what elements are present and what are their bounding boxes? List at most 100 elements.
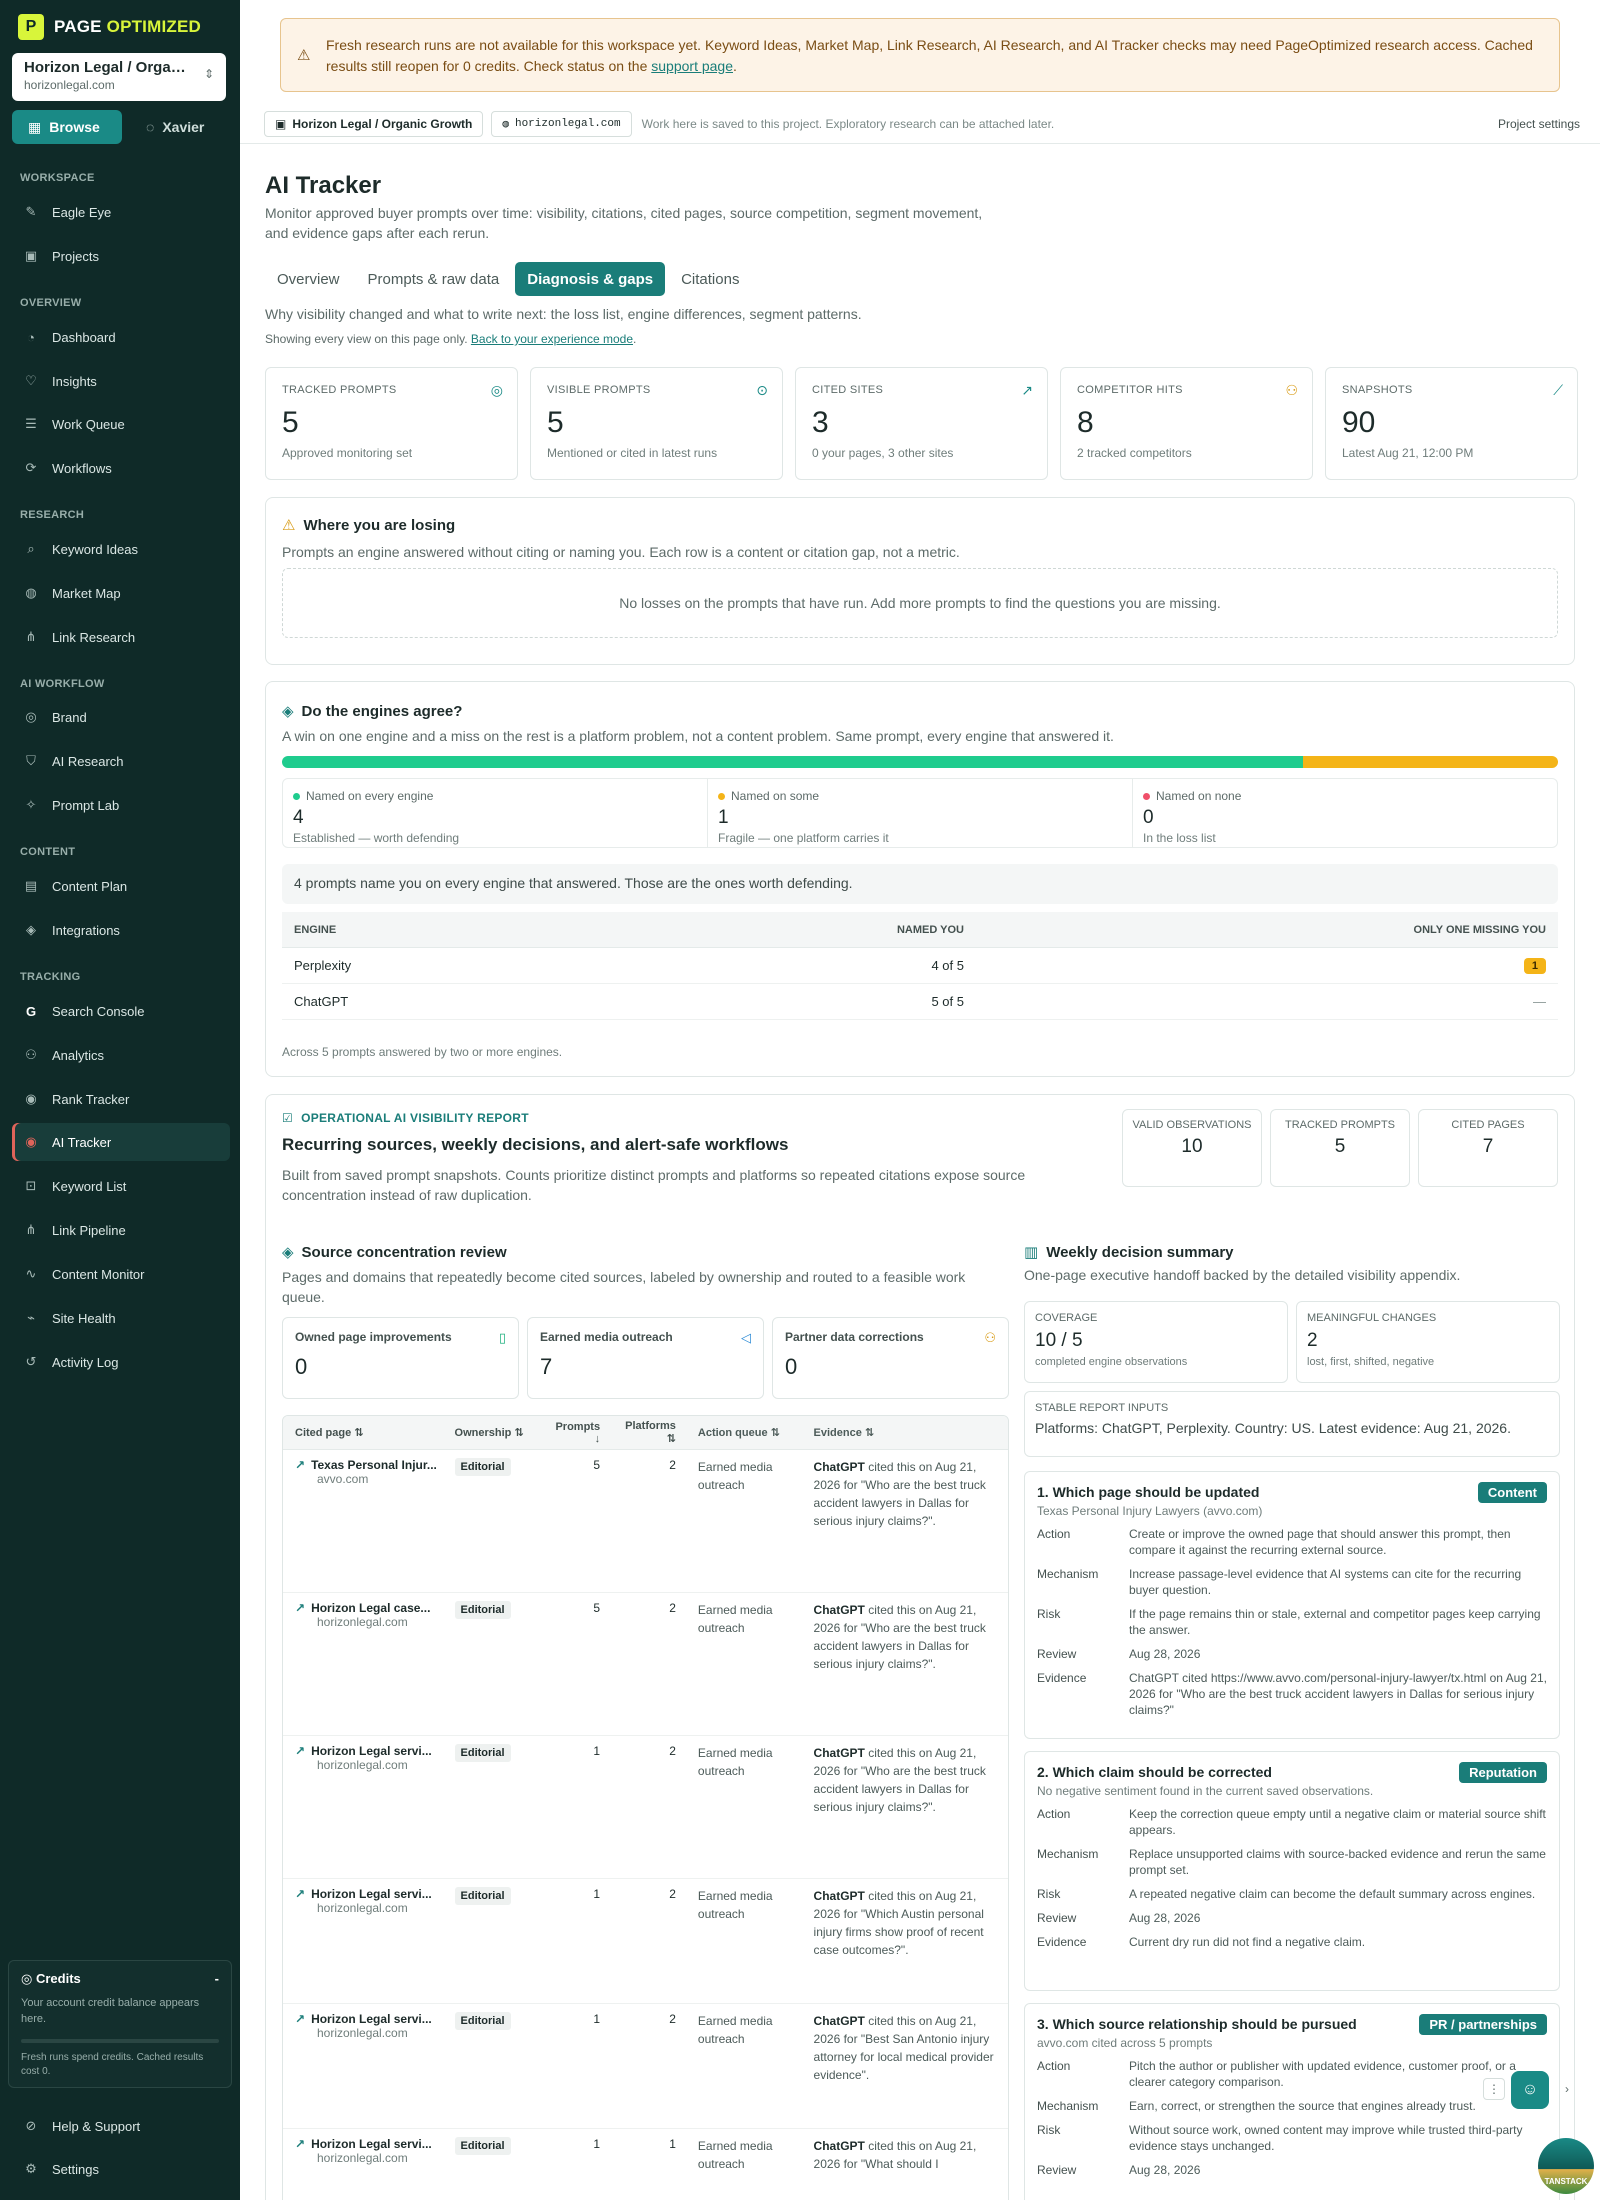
sidebar-item-site-health[interactable]: ⌁ Site Health [12, 1299, 230, 1337]
sidebar-item-search-console[interactable]: G Search Console [12, 992, 230, 1030]
table-row: Perplexity 4 of 51 [282, 948, 1558, 984]
sidebar-item-activity-log[interactable]: ↺ Activity Log [12, 1343, 230, 1381]
table-row: ↗ Horizon Legal servi... horizonlegal.com … [283, 2004, 1008, 2129]
eagle-icon: ✎ [25, 204, 37, 219]
stable-report-inputs: STABLE REPORT INPUTS Platforms: ChatGPT, … [1024, 1391, 1560, 1457]
agree-message: 4 prompts name you on every engine that … [282, 864, 1558, 904]
sort-cited-page[interactable]: Cited page ⇅ [283, 1426, 455, 1439]
report-stat: TRACKED PROMPTS 5 [1270, 1109, 1410, 1187]
tab-overview[interactable]: Overview [265, 262, 352, 296]
sidebar: P PAGE OPTIMIZED Horizon Legal / Organic… [0, 0, 240, 2200]
globe-icon: ◍ [502, 118, 509, 131]
sort-prompts[interactable]: Prompts ↓ [554, 1421, 614, 1445]
decision-tag: Content [1477, 1482, 1547, 1503]
sidebar-item-content-monitor[interactable]: ∿ Content Monitor [12, 1255, 230, 1293]
warning-icon: ⚠ [282, 517, 296, 534]
nav-section-content: CONTENT [20, 846, 76, 858]
sidebar-item-rank-tracker[interactable]: ◉ Rank Tracker [12, 1080, 230, 1118]
external-link-icon[interactable]: ↗ [295, 1744, 305, 1758]
file-icon: ▯ [498, 1330, 506, 1345]
sidebar-item-market-map[interactable]: ◍ Market Map [12, 574, 230, 612]
external-link-icon[interactable]: ↗ [295, 1601, 305, 1615]
briefcase-icon: ▣ [24, 248, 38, 263]
sort-ownership[interactable]: Ownership ⇅ [455, 1426, 555, 1439]
coverage-stat: COVERAGE 10 / 5 completed engine observati… [1024, 1301, 1288, 1383]
sidebar-item-work-queue[interactable]: ☰ Work Queue [12, 405, 230, 443]
sidebar-item-analytics[interactable]: ⚇ Analytics [12, 1036, 230, 1074]
sidebar-item-prompt-lab[interactable]: ✧ Prompt Lab [12, 786, 230, 824]
sidebar-item-help[interactable]: ⊘ Help & Support [12, 2107, 230, 2145]
engine-table-header: ENGINE NAMED YOU ONLY ONE MISSING YOU [282, 912, 1558, 948]
table-row: ↗ Horizon Legal servi... horizonlegal.com … [283, 1736, 1008, 1879]
xavier-mode-button[interactable]: ◌ Xavier [130, 110, 220, 144]
chevron-right-icon[interactable]: › [1556, 2078, 1578, 2100]
sidebar-item-ai-research[interactable]: ⛉ AI Research [12, 742, 230, 780]
sidebar-item-integrations[interactable]: ◈ Integrations [12, 911, 230, 949]
assistant-bot-button[interactable]: ☺ [1511, 2071, 1549, 2109]
sort-evidence[interactable]: Evidence ⇅ [814, 1424, 1008, 1442]
experience-mode-link[interactable]: Back to your experience mode [471, 332, 633, 346]
pulse-icon: ∿ [25, 1266, 37, 1281]
source-review-title: ◈ Source concentration review [282, 1243, 507, 1262]
sort-action-queue[interactable]: Action queue ⇅ [698, 1424, 814, 1442]
decision-card: 1. Which page should be updated Content … [1024, 1471, 1560, 1739]
project-settings-link[interactable]: Project settings [1498, 117, 1580, 131]
sidebar-item-keyword-ideas[interactable]: ⌕ Keyword Ideas [12, 530, 230, 568]
external-link-icon[interactable]: ↗ [295, 1458, 305, 1472]
shield-icon: ⛉ [26, 753, 36, 768]
brand-logo[interactable]: P PAGE OPTIMIZED [18, 14, 201, 40]
sidebar-item-dashboard[interactable]: ◔ Dashboard [12, 318, 230, 356]
sidebar-item-link-research[interactable]: ⋔ Link Research [12, 618, 230, 656]
missing-count-badge: 1 [1523, 958, 1546, 974]
external-link-icon[interactable]: ↗ [295, 2137, 305, 2151]
domain-pill[interactable]: ◍ horizonlegal.com [491, 110, 632, 137]
project-topbar: ▣ Horizon Legal / Organic Growth ◍ horizon… [240, 104, 1600, 144]
tanstack-devtools-button[interactable]: TANSTACK [1538, 2138, 1594, 2194]
sidebar-item-settings[interactable]: ⚙ Settings [12, 2150, 230, 2188]
kpi-card: COMPETITOR HITS 8 2 tracked competitors ⚇ [1060, 367, 1313, 480]
split-some-segment [1302, 756, 1558, 768]
support-page-link[interactable]: support page [651, 58, 733, 74]
sidebar-item-content-plan[interactable]: ▤ Content Plan [12, 867, 230, 905]
sidebar-item-projects[interactable]: ▣ Projects [12, 237, 230, 275]
user-plus-icon: ⚇ [984, 1330, 996, 1345]
external-link-icon[interactable]: ↗ [295, 1887, 305, 1901]
tab-citations[interactable]: Citations [669, 262, 751, 296]
table-row: ChatGPT 5 of 5— [282, 984, 1558, 1020]
book-icon: ▥ [1024, 1244, 1039, 1261]
users-icon: ⚇ [1285, 382, 1298, 398]
google-icon: G [25, 1003, 37, 1019]
sidebar-item-workflows[interactable]: ⟳ Workflows [12, 449, 230, 487]
main-content: ⚠ Fresh research runs are not available … [240, 0, 1600, 2200]
sidebar-item-brand[interactable]: ◎ Brand [12, 698, 230, 736]
chart-icon: ⟋ [1553, 382, 1563, 398]
losing-card: ⚠ Where you are losing Prompts an engine … [265, 497, 1575, 665]
collapse-button[interactable]: - [215, 1971, 219, 1987]
radar-icon: ◉ [25, 1134, 37, 1149]
page-title: AI Tracker [265, 172, 382, 199]
tab-prompts-raw-data[interactable]: Prompts & raw data [356, 262, 512, 296]
red-dot-icon [1143, 792, 1150, 800]
decision-card: 3. Which source relationship should be p… [1024, 2003, 1560, 2200]
search-icon: ⌕ [27, 541, 35, 556]
sidebar-item-ai-tracker[interactable]: ◉ AI Tracker [12, 1123, 230, 1161]
source-table-header: Cited page ⇅ Ownership ⇅ Prompts ↓ Platf… [283, 1416, 1008, 1450]
target-icon: ◎ [490, 382, 503, 398]
menu-icon[interactable]: ⋮ [1483, 2078, 1505, 2100]
sidebar-item-eagle-eye[interactable]: ✎ Eagle Eye [12, 193, 230, 231]
kpi-card: CITED SITES 3 0 your pages, 3 other sites ↗ [795, 367, 1048, 480]
sidebar-item-insights[interactable]: ♡ Insights [12, 362, 230, 400]
external-link-icon[interactable]: ↗ [295, 2012, 305, 2026]
browse-mode-button[interactable]: ▦ Browse [12, 110, 122, 144]
calendar-icon: ▤ [24, 878, 38, 893]
sidebar-item-keyword-list[interactable]: ⊡ Keyword List [12, 1167, 230, 1205]
project-selector[interactable]: Horizon Legal / Organic Growth horizonle… [12, 53, 226, 101]
sort-platforms[interactable]: Platforms ⇅ [614, 1420, 698, 1445]
tab-diagnosis-gaps[interactable]: Diagnosis & gaps [515, 262, 666, 296]
brand-name: PAGE OPTIMIZED [54, 17, 201, 36]
lightbulb-icon: ♡ [25, 373, 37, 388]
project-pill[interactable]: ▣ Horizon Legal / Organic Growth [264, 110, 484, 137]
sidebar-item-link-pipeline[interactable]: ⋔ Link Pipeline [12, 1211, 230, 1249]
weekly-summary-desc: One-page executive handoff backed by the… [1024, 1267, 1461, 1283]
engine-agreement-card: ◈ Do the engines agree? A win on one engi… [265, 681, 1575, 1077]
